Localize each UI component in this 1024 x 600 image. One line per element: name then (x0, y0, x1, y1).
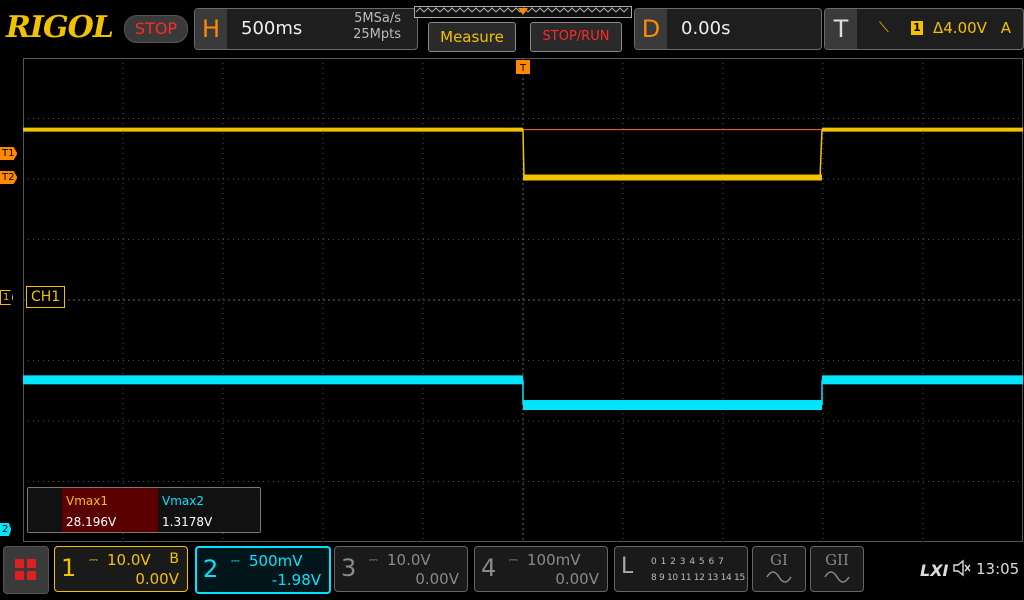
ch1-trace-high-left (23, 127, 523, 132)
channel-number: 3 (341, 554, 357, 582)
measure-button[interactable]: Measure (428, 22, 516, 52)
channel-offset: 0.00V (555, 570, 599, 588)
measurement-2-name: Vmax2 (162, 494, 204, 508)
channel-number: 1 (61, 554, 77, 582)
channel-number: 4 (481, 554, 497, 582)
channel-offset: 0.00V (415, 570, 459, 588)
logic-channels-row-1: 0 1 2 3 4 5 6 7 (651, 557, 725, 567)
channel-number: 2 (203, 555, 219, 583)
dc-coupling-icon: ⎓ (509, 553, 518, 566)
horizontal-panel[interactable]: H 500ms 5MSa/s 25Mpts (194, 8, 418, 50)
rigol-logo: RIGOL (6, 10, 114, 45)
generator-2-button[interactable]: GII (810, 546, 864, 592)
run-state-badge[interactable]: STOP (124, 15, 188, 43)
bandwidth-limit: B (169, 551, 179, 567)
ch1-trace-high-right (822, 127, 1023, 132)
ch1-trace-low (523, 174, 822, 181)
generator-2-label: GII (825, 551, 849, 569)
ch2-trace-high-left (23, 375, 523, 385)
sine-wave-icon (766, 571, 792, 583)
channel-2-panel[interactable]: 2 ⎓ 500mV -1.98V (195, 546, 331, 594)
clock: 13:05 (976, 560, 1020, 578)
channel-scale: 10.0V (387, 551, 431, 569)
trigger-mode: A (1000, 19, 1011, 37)
dc-coupling-icon: ⎓ (89, 553, 98, 566)
channel-4-panel[interactable]: 4 ⎓ 100mV 0.00V (474, 546, 608, 592)
lxi-logo: LXI (920, 561, 949, 580)
trigger-marker-label: T (519, 63, 527, 74)
logic-channels-row-2: 8 9 10 11 12 13 14 15 (651, 573, 745, 583)
measurement-1-name: Vmax1 (66, 494, 108, 508)
ch1-falling-edge (522, 129, 525, 179)
logic-analyzer-panel[interactable]: L 0 1 2 3 4 5 6 7 8 9 10 11 12 13 14 15 (614, 546, 748, 592)
trigger-label: T (825, 9, 857, 49)
logic-label: L (621, 554, 634, 579)
timebase-value: 500ms (241, 18, 303, 39)
slope-falling-icon: ⟍ (879, 20, 889, 36)
delay-label: D (635, 9, 667, 49)
delay-panel[interactable]: D 0.00s (634, 8, 822, 50)
home-icon (15, 559, 24, 568)
ch1-offset-marker[interactable]: 1 (0, 290, 14, 305)
trigger-level: Δ4.00V (933, 19, 987, 37)
generator-1-button[interactable]: GI (752, 546, 806, 592)
ch1-trace-label: CH1 (26, 286, 66, 308)
generator-1-label: GI (770, 551, 788, 569)
measurement-panel[interactable]: Vmax1 28.196V Vmax2 1.3178V (27, 487, 261, 533)
channel-offset: 0.00V (135, 570, 179, 588)
acquisition-info: 5MSa/s 25Mpts (353, 11, 401, 43)
delay-value: 0.00s (681, 18, 731, 39)
speaker-muted-icon[interactable] (952, 558, 972, 578)
measurement-1-value: 28.196V (66, 515, 117, 529)
memory-position-strip (414, 6, 632, 18)
stop-run-button[interactable]: STOP/RUN (530, 22, 622, 52)
ch2-trace-high-right (822, 375, 1023, 385)
channel-1-panel[interactable]: 1 ⎓ 10.0V B 0.00V (54, 546, 188, 592)
sine-wave-icon (824, 571, 850, 583)
measurement-2-value: 1.3178V (162, 515, 213, 529)
ch2-offset-marker[interactable]: 2 (0, 523, 12, 536)
cursor-t1-marker[interactable]: T1 (0, 147, 18, 160)
channel-scale: 500mV (249, 552, 303, 570)
channel-scale: 10.0V (107, 551, 151, 569)
channel-3-panel[interactable]: 3 ⎓ 10.0V 0.00V (334, 546, 468, 592)
trigger-panel[interactable]: T ⟍ 1 Δ4.00V A (824, 8, 1024, 50)
cursor-t2-marker[interactable]: T2 (0, 171, 18, 184)
waveform-graticule[interactable]: T (23, 58, 1023, 542)
channel-scale: 100mV (527, 551, 581, 569)
horizontal-label: H (195, 9, 227, 49)
memory-depth: 25Mpts (353, 27, 401, 42)
trigger-source: 1 (911, 21, 923, 35)
sample-rate: 5MSa/s (354, 11, 401, 26)
ch2-trace-low (523, 400, 822, 411)
dc-coupling-icon: ⎓ (369, 553, 378, 566)
channel-offset: -1.98V (271, 571, 321, 589)
dc-coupling-icon: ⎓ (231, 554, 240, 567)
home-menu-button[interactable] (3, 546, 49, 594)
